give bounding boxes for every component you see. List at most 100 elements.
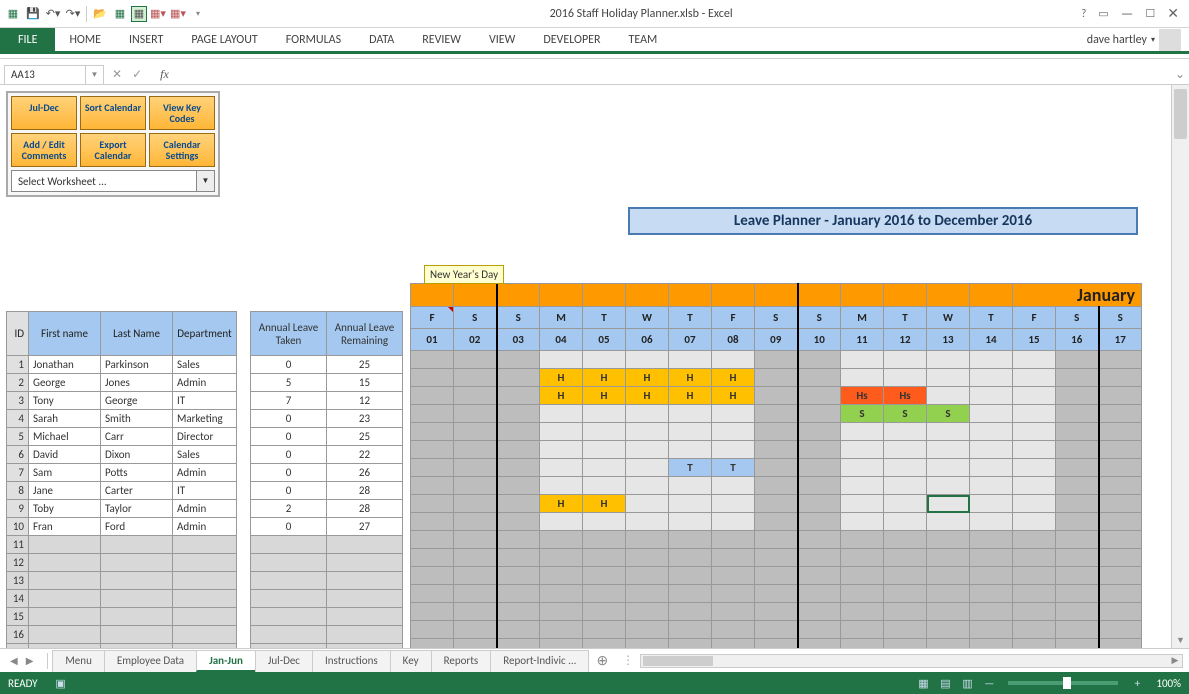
calendar-cell[interactable] (454, 513, 497, 531)
calendar-cell[interactable] (755, 603, 798, 621)
calendar-cell[interactable] (884, 477, 927, 495)
table-row[interactable]: 2GeorgeJonesAdmin (7, 374, 237, 392)
calendar-cell[interactable] (970, 585, 1013, 603)
calendar-cell[interactable] (1099, 495, 1142, 513)
calendar-cell[interactable] (1056, 531, 1099, 549)
table-row[interactable] (251, 536, 403, 554)
calendar-cell[interactable] (1099, 423, 1142, 441)
table-row[interactable]: 4SarahSmithMarketing (7, 410, 237, 428)
calendar-cell[interactable] (669, 423, 712, 441)
calendar-cell[interactable] (712, 603, 755, 621)
redo-icon[interactable]: ↷▾ (64, 5, 82, 23)
calendar-cell[interactable] (454, 549, 497, 567)
calendar-cell[interactable] (1013, 477, 1056, 495)
formula-input[interactable] (173, 65, 1171, 85)
calendar-cell[interactable] (454, 621, 497, 639)
table-row[interactable] (251, 608, 403, 626)
calendar-cell[interactable] (927, 369, 970, 387)
qat-icon-2[interactable]: ▦ (131, 6, 147, 22)
calendar-row[interactable] (411, 513, 1142, 531)
expand-formula-bar-icon[interactable]: ⌄ (1171, 67, 1189, 82)
calendar-cell[interactable] (712, 585, 755, 603)
calendar-cell[interactable] (884, 369, 927, 387)
calendar-cell[interactable] (626, 423, 669, 441)
calendar-cell[interactable] (712, 567, 755, 585)
select-worksheet-dropdown[interactable]: Select Worksheet ... ▼ (11, 170, 215, 192)
calendar-cell[interactable] (497, 585, 540, 603)
calendar-cell[interactable] (970, 495, 1013, 513)
calendar-cell[interactable] (669, 531, 712, 549)
calendar-cell[interactable]: H (626, 369, 669, 387)
calendar-cell[interactable] (841, 567, 884, 585)
table-row[interactable]: 6DavidDixonSales (7, 446, 237, 464)
calendar-cell[interactable] (454, 531, 497, 549)
calendar-row[interactable] (411, 477, 1142, 495)
table-row[interactable]: 8JaneCarterIT (7, 482, 237, 500)
calendar-cell[interactable] (1099, 585, 1142, 603)
calendar-cell[interactable] (497, 621, 540, 639)
calendar-cell[interactable] (841, 351, 884, 369)
calendar-cell[interactable] (1056, 621, 1099, 639)
calendar-cell[interactable] (1013, 549, 1056, 567)
calendar-cell[interactable] (927, 423, 970, 441)
calendar-cell[interactable] (497, 441, 540, 459)
calendar-cell[interactable] (669, 603, 712, 621)
calendar-cell[interactable] (884, 549, 927, 567)
tab-split-icon[interactable]: ⋮ (622, 653, 634, 668)
calendar-cell[interactable] (712, 441, 755, 459)
calendar-cell[interactable] (411, 387, 454, 405)
calendar-cell[interactable] (927, 513, 970, 531)
calendar-cell[interactable]: Hs (841, 387, 884, 405)
calendar-cell[interactable] (454, 567, 497, 585)
calendar-cell[interactable]: T (712, 459, 755, 477)
calendar-cell[interactable] (798, 621, 841, 639)
maximize-icon[interactable]: ☐ (1145, 7, 1155, 20)
qat-icon-4[interactable]: ▦▾ (169, 5, 187, 23)
calendar-cell[interactable] (1056, 513, 1099, 531)
calendar-row[interactable] (411, 585, 1142, 603)
calendar-cell[interactable] (927, 585, 970, 603)
calendar-cell[interactable] (540, 351, 583, 369)
calendar-cell[interactable] (798, 459, 841, 477)
calendar-row[interactable] (411, 351, 1142, 369)
table-row[interactable]: 7SamPottsAdmin (7, 464, 237, 482)
table-row[interactable]: 025 (251, 428, 403, 446)
calendar-cell[interactable] (626, 477, 669, 495)
calendar-cell[interactable] (583, 549, 626, 567)
calendar-cell[interactable] (540, 459, 583, 477)
calendar-cell[interactable] (669, 351, 712, 369)
chevron-down-icon[interactable]: ▾ (1151, 35, 1155, 45)
calendar-cell[interactable]: H (712, 387, 755, 405)
calendar-row[interactable]: HH (411, 495, 1142, 513)
calendar-cell[interactable] (454, 495, 497, 513)
ribbon-display-icon[interactable]: ▭ (1098, 7, 1108, 20)
calendar-cell[interactable] (540, 621, 583, 639)
calendar-cell[interactable] (884, 351, 927, 369)
table-row[interactable]: 1JonathanParkinsonSales (7, 356, 237, 374)
calendar-cell[interactable] (755, 621, 798, 639)
add-sheet-icon[interactable]: ⊕ (588, 652, 616, 669)
calendar-cell[interactable] (1013, 423, 1056, 441)
calendar-cell[interactable] (669, 495, 712, 513)
calendar-cell[interactable] (497, 513, 540, 531)
calendar-cell[interactable] (970, 441, 1013, 459)
calendar-cell[interactable] (755, 477, 798, 495)
open-folder-icon[interactable]: 📂 (91, 5, 109, 23)
calendar-cell[interactable] (712, 423, 755, 441)
calendar-cell[interactable] (540, 585, 583, 603)
calendar-cell[interactable] (1099, 531, 1142, 549)
calendar-cell[interactable] (755, 459, 798, 477)
calendar-cell[interactable] (755, 405, 798, 423)
tab-nav-next-icon[interactable]: ▶ (26, 654, 34, 667)
table-row[interactable]: 028 (251, 482, 403, 500)
calendar-cell[interactable] (540, 603, 583, 621)
calendar-cell[interactable] (1099, 549, 1142, 567)
table-row[interactable]: 515 (251, 374, 403, 392)
calendar-cell[interactable] (927, 621, 970, 639)
sheet-tab[interactable]: Instructions (312, 650, 391, 672)
scroll-right-icon[interactable]: ▶ (1168, 655, 1182, 667)
calendar-cell[interactable] (411, 477, 454, 495)
calendar-cell[interactable]: H (583, 495, 626, 513)
calendar-cell[interactable] (411, 495, 454, 513)
ribbon-tab-formulas[interactable]: FORMULAS (272, 28, 355, 51)
